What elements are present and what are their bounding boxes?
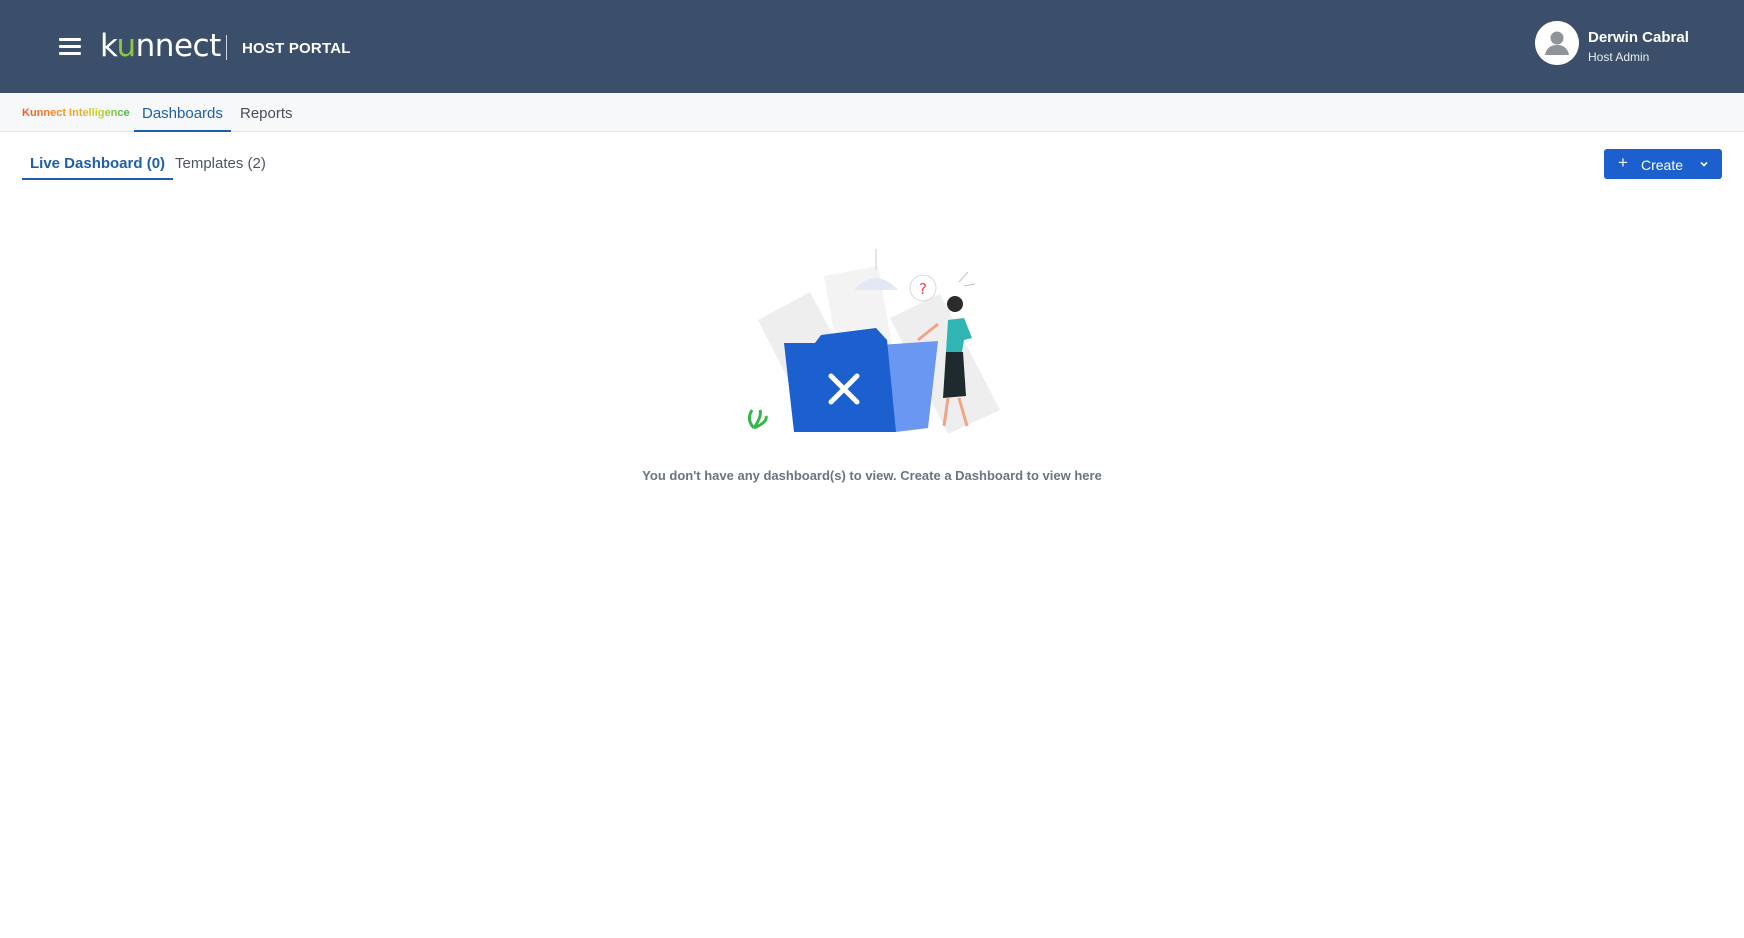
user-role: Host Admin [1588, 50, 1650, 64]
create-button-label: Create [1641, 157, 1684, 173]
hamburger-menu-icon[interactable] [57, 36, 85, 58]
tab-live-dashboard[interactable]: Live Dashboard (0) [22, 144, 174, 180]
create-button[interactable]: + Create [1604, 149, 1722, 179]
kunnect-logo[interactable]: kunnect [100, 26, 221, 66]
nav-tab-reports[interactable]: Reports [232, 93, 301, 132]
user-name: Derwin Cabral [1588, 29, 1689, 46]
chevron-down-icon[interactable] [1699, 159, 1709, 169]
sub-navigation: Kunnect Intelligence Dashboards Reports [0, 93, 1744, 132]
top-header: kunnect HOST PORTAL Derwin Cabral Host A… [0, 0, 1744, 93]
kunnect-intelligence-brand: Kunnect Intelligence [22, 107, 130, 119]
tab-templates[interactable]: Templates (2) [167, 144, 274, 180]
nav-tab-dashboards[interactable]: Dashboards [134, 93, 231, 132]
logo-accent: u [116, 28, 137, 64]
logo-prefix: k [100, 28, 117, 64]
question-mark-text: ? [919, 280, 927, 298]
logo-suffix: nnect [135, 28, 222, 64]
plus-icon: + [1618, 153, 1628, 172]
portal-label: HOST PORTAL [242, 40, 351, 57]
logo-divider [226, 35, 227, 60]
user-profile-menu[interactable]: Derwin Cabral Host Admin [1535, 21, 1735, 69]
user-avatar-icon [1535, 21, 1579, 65]
empty-state-message: You don't have any dashboard(s) to view.… [642, 468, 1102, 483]
empty-folder-illustration: ? [740, 240, 1010, 440]
